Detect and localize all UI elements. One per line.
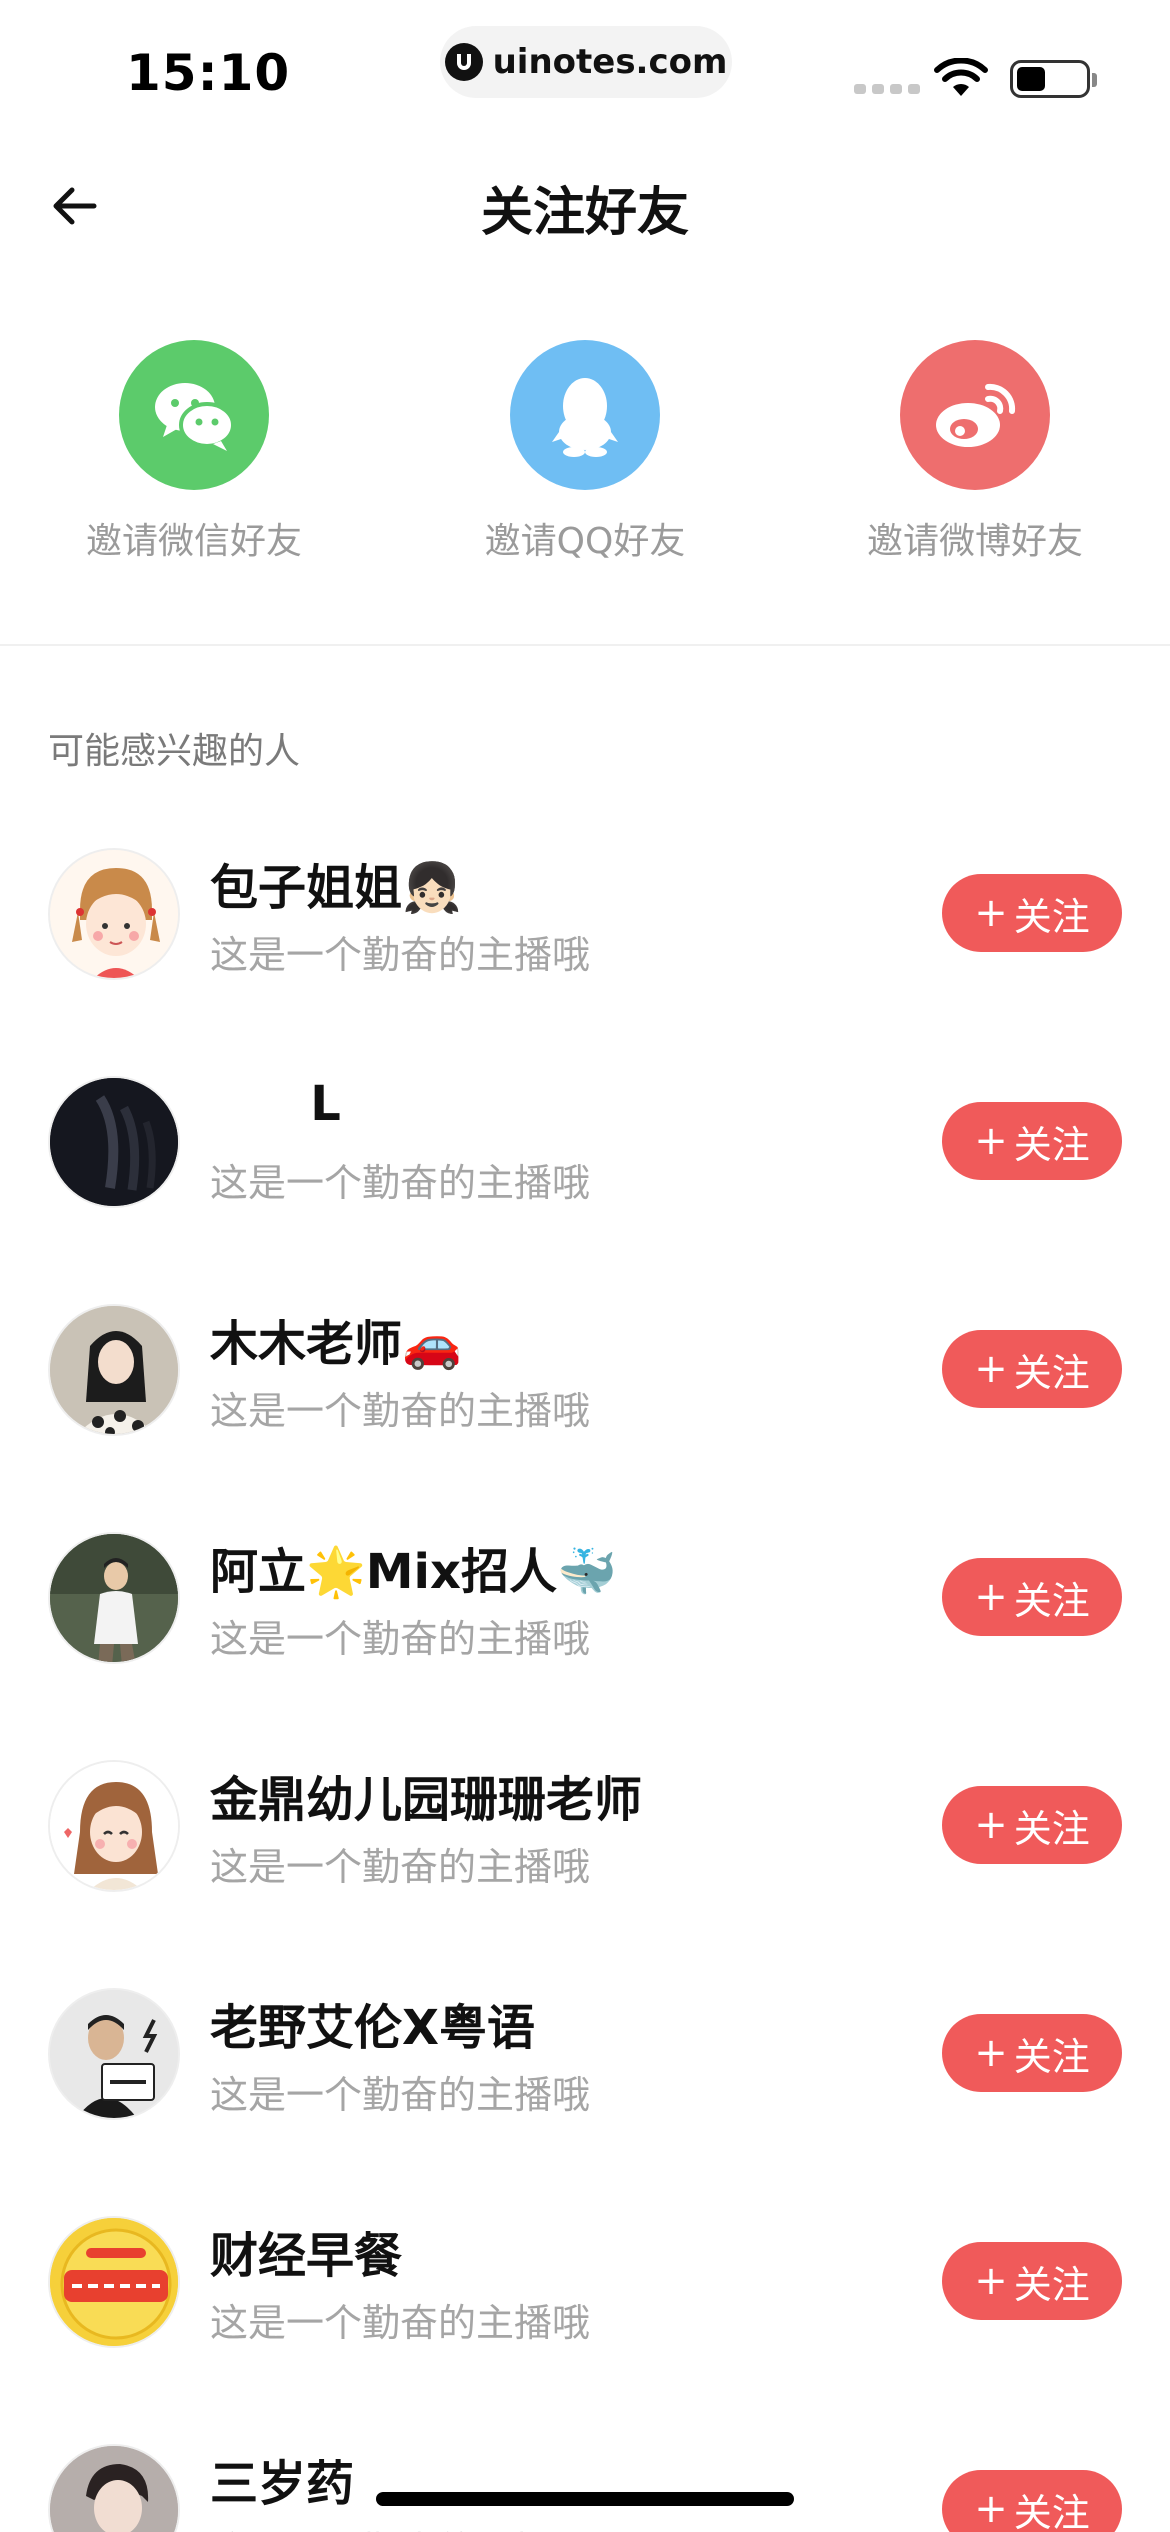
- list-item[interactable]: 阿立🌟Mix招人🐳 这是一个勤奋的主播哦 + 关注: [0, 1514, 1170, 1742]
- plus-icon: +: [974, 2030, 1008, 2076]
- list-item[interactable]: 财经早餐 这是一个勤奋的主播哦 + 关注: [0, 2198, 1170, 2426]
- follow-label: 关注: [1013, 2490, 1090, 2532]
- user-name: 老野艾伦X粤语: [210, 2000, 536, 2056]
- status-bar: 15:10 uinotes.com: [0, 0, 1170, 130]
- invite-wechat[interactable]: 邀请微信好友: [14, 340, 374, 564]
- plus-icon: +: [974, 1346, 1008, 1392]
- avatar[interactable]: [48, 2216, 180, 2348]
- avatar[interactable]: [48, 1304, 180, 1436]
- avatar[interactable]: [48, 1076, 180, 1208]
- follow-button[interactable]: + 关注: [942, 1786, 1122, 1864]
- home-indicator[interactable]: [376, 2492, 794, 2506]
- section-title: 可能感兴趣的人: [48, 731, 301, 772]
- user-name: 金鼎幼儿园珊珊老师: [210, 1772, 643, 1828]
- user-desc: 这是一个勤奋的主播哦: [210, 2073, 591, 2117]
- weibo-icon: [900, 340, 1050, 490]
- nav-bar: 关注好友: [0, 150, 1170, 260]
- invite-wechat-label: 邀请微信好友: [85, 521, 302, 562]
- status-time: 15:10: [126, 44, 291, 102]
- user-name: 包子姐姐👧🏻: [210, 860, 462, 916]
- follow-button[interactable]: + 关注: [942, 1558, 1122, 1636]
- follow-button[interactable]: + 关注: [942, 1330, 1122, 1408]
- follow-label: 关注: [1013, 1350, 1090, 1395]
- avatar[interactable]: [48, 1532, 180, 1664]
- avatar[interactable]: [48, 1988, 180, 2120]
- follow-label: 关注: [1013, 1578, 1090, 1623]
- user-name: 阿立🌟Mix招人🐳: [210, 1544, 617, 1600]
- battery-icon: [1010, 60, 1097, 98]
- plus-icon: +: [974, 2486, 1008, 2532]
- url-pill[interactable]: uinotes.com: [440, 26, 732, 98]
- follow-button[interactable]: + 关注: [942, 1102, 1122, 1180]
- invite-weibo[interactable]: 邀请微博好友: [795, 340, 1155, 564]
- user-desc: 这是一个勤奋的主播哦: [210, 2301, 591, 2345]
- avatar[interactable]: [48, 2444, 180, 2532]
- avatar[interactable]: [48, 848, 180, 980]
- invite-qq[interactable]: 邀请QQ好友: [405, 340, 765, 564]
- follow-button[interactable]: + 关注: [942, 2014, 1122, 2092]
- qq-icon: [510, 340, 660, 490]
- list-item[interactable]: 木木老师🚗 这是一个勤奋的主播哦 + 关注: [0, 1286, 1170, 1514]
- list-item[interactable]: 金鼎幼儿园珊珊老师 这是一个勤奋的主播哦 + 关注: [0, 1742, 1170, 1970]
- follow-button[interactable]: + 关注: [942, 874, 1122, 952]
- cellular-signal-icon: [854, 84, 920, 94]
- list-item[interactable]: L 这是一个勤奋的主播哦 + 关注: [0, 1058, 1170, 1286]
- follow-label: 关注: [1013, 2034, 1090, 2079]
- follow-label: 关注: [1013, 894, 1090, 939]
- plus-icon: +: [974, 1574, 1008, 1620]
- user-name: L: [210, 1076, 341, 1132]
- plus-icon: +: [974, 2258, 1008, 2304]
- divider: [0, 644, 1170, 646]
- user-desc: 这是一个勤奋的主播哦: [210, 1617, 591, 1661]
- wechat-icon: [119, 340, 269, 490]
- user-desc: 这是一个勤奋的主播哦: [210, 1161, 591, 1205]
- page-title: 关注好友: [480, 183, 689, 243]
- list-item[interactable]: 老野艾伦X粤语 这是一个勤奋的主播哦 + 关注: [0, 1970, 1170, 2198]
- user-desc: 这是一个勤奋的主播哦: [210, 2520, 590, 2532]
- list-item[interactable]: 三岁药 这是一个勤奋的主播哦 +关注: [0, 2426, 1170, 2532]
- user-desc: 这是一个勤奋的主播哦: [210, 1845, 591, 1889]
- user-desc: 这是一个勤奋的主播哦: [210, 1389, 591, 1433]
- avatar[interactable]: [48, 1760, 180, 1892]
- follow-button[interactable]: + 关注: [942, 2242, 1122, 2320]
- user-list: 包子姐姐👧🏻 这是一个勤奋的主播哦 +关注 L 这是一个勤奋的主播哦 +关注: [0, 830, 1170, 2532]
- invite-row: 邀请微信好友 邀请QQ好友 邀请微博好友: [0, 340, 1170, 580]
- invite-qq-label: 邀请QQ好友: [484, 521, 686, 562]
- plus-icon: +: [974, 1802, 1008, 1848]
- invite-weibo-label: 邀请微博好友: [866, 521, 1083, 562]
- plus-icon: +: [974, 890, 1008, 936]
- user-name: 木木老师🚗: [210, 1316, 462, 1372]
- user-name: 三岁药: [210, 2456, 355, 2512]
- plus-icon: +: [974, 1118, 1008, 1164]
- list-item[interactable]: 包子姐姐👧🏻 这是一个勤奋的主播哦 + 关注: [0, 830, 1170, 1058]
- user-desc: 这是一个勤奋的主播哦: [210, 933, 591, 977]
- url-text: uinotes.com: [492, 42, 728, 82]
- follow-button[interactable]: + 关注: [942, 2470, 1122, 2532]
- user-name: 财经早餐: [210, 2228, 403, 2284]
- site-logo-icon: [444, 43, 483, 81]
- follow-label: 关注: [1013, 2262, 1090, 2307]
- follow-label: 关注: [1013, 1806, 1090, 1851]
- wifi-icon: [934, 58, 988, 96]
- follow-label: 关注: [1013, 1122, 1090, 1167]
